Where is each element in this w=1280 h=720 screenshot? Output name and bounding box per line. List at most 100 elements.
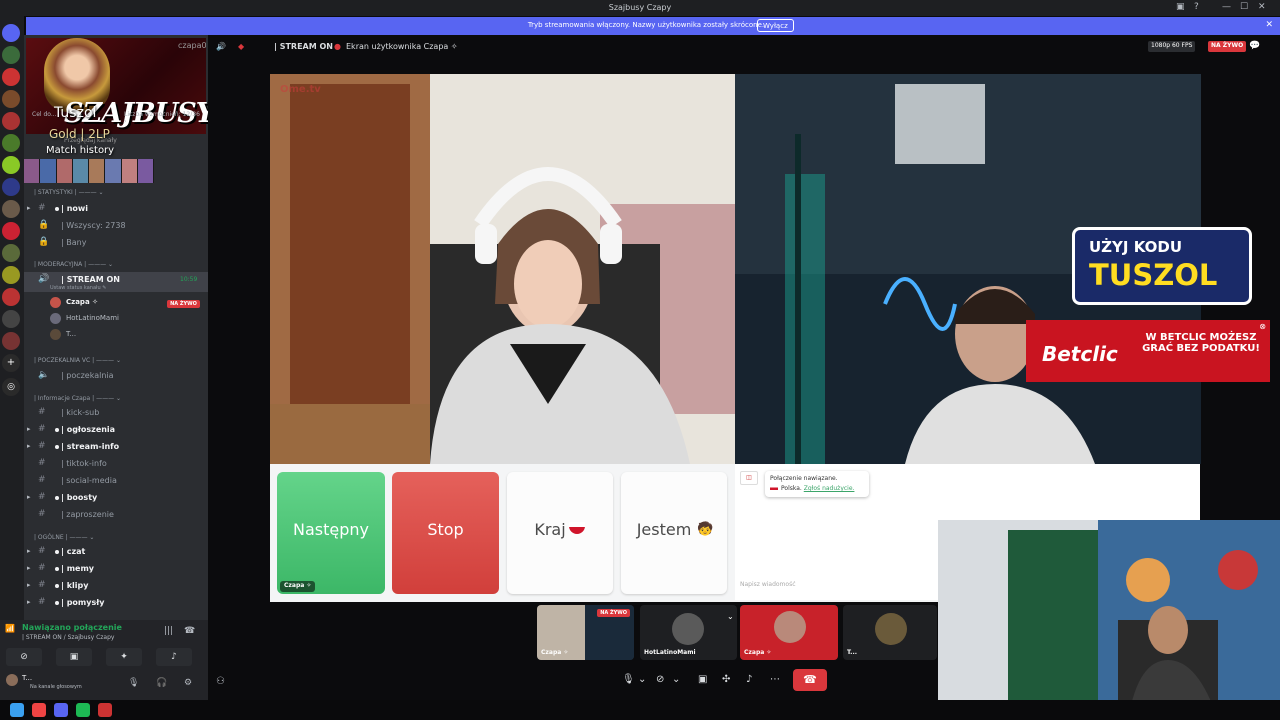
add-server-icon[interactable]: + <box>2 354 20 372</box>
maximize-icon[interactable]: ☐ <box>1240 2 1248 12</box>
category-waiting[interactable]: | POCZEKALNIA VC | ——— ⌄ <box>34 357 121 364</box>
soundboard-button[interactable]: ♪ <box>156 648 192 666</box>
screen-share-icon: ● <box>334 42 341 51</box>
spotify-icon[interactable] <box>76 703 90 717</box>
more-icon[interactable]: ⋯ <box>770 668 780 692</box>
unread-dot-icon <box>55 428 59 432</box>
screen-share-button[interactable]: ▣ <box>56 648 92 666</box>
banner-close-icon[interactable]: ✕ <box>1265 20 1273 30</box>
channel-klipy[interactable]: ▸ # | klipy <box>24 578 208 594</box>
channel-label: | social-media <box>61 476 117 485</box>
chrome-icon[interactable] <box>32 703 46 717</box>
signal-icon[interactable]: 📶 <box>5 624 15 633</box>
avatar[interactable] <box>6 674 18 686</box>
channel-wszyscy[interactable]: 🔒 | Wszyscy: 2738 <box>24 218 208 234</box>
participant-tile[interactable]: T... <box>843 605 937 660</box>
stop-button[interactable]: Stop <box>392 472 499 594</box>
chat-input-placeholder[interactable]: Napisz wiadomość <box>740 581 796 588</box>
ad-close-icon[interactable]: ⊗ <box>1259 322 1266 331</box>
channel-memy[interactable]: ▸ # | memy <box>24 561 208 577</box>
activities-icon[interactable]: ✣ <box>722 668 730 692</box>
inbox-icon[interactable]: ▣ <box>1176 2 1185 12</box>
chevron-down-icon[interactable]: ⌄ <box>638 668 646 692</box>
microphone-icon[interactable]: 🎙 <box>622 668 635 692</box>
windows-start-icon[interactable] <box>10 703 24 717</box>
set-channel-status-link[interactable]: Ustaw status kanału ✎ <box>50 285 106 291</box>
discover-icon[interactable]: ◎ <box>2 378 20 396</box>
server-icon[interactable] <box>2 288 20 306</box>
video-off-button[interactable]: ⊘ <box>6 648 42 666</box>
server-icon[interactable] <box>2 200 20 218</box>
disable-streamer-mode-button[interactable]: Wyłącz <box>757 19 794 32</box>
channel-kick-sub[interactable]: # | kick-sub <box>24 405 208 421</box>
noise-suppression-icon[interactable]: ||| <box>164 626 173 636</box>
title-bar: Szajbusy Czapy ▣ ? — ☐ ✕ <box>0 0 1280 16</box>
people-icon[interactable]: ⚇ <box>216 676 225 687</box>
promo-code-ad[interactable]: UŻYJ KODU TUSZOL <box>1072 227 1252 305</box>
chevron-right-icon: ▸ <box>27 547 31 555</box>
end-call-button[interactable]: ☎ <box>793 669 827 691</box>
server-icon[interactable] <box>2 156 20 174</box>
country-button-label: Kraj <box>534 520 566 539</box>
category-moderation[interactable]: | MODERACYJNA | ——— ⌄ <box>34 261 113 268</box>
gender-button[interactable]: Jestem 🧒 <box>621 472 727 594</box>
channel-czat[interactable]: ▸ # | czat <box>24 544 208 560</box>
voice-channel-poczekalnia[interactable]: 🔈 | poczekalnia <box>24 368 208 384</box>
server-icon[interactable] <box>2 266 20 284</box>
participant-tile[interactable]: Czapa ✧ NA ŻYWO <box>537 605 634 660</box>
server-icon[interactable] <box>2 134 20 152</box>
channel-ogloszenia[interactable]: ▸ # | ogłoszenia <box>24 422 208 438</box>
channel-boosty[interactable]: ▸ # | boosty <box>24 490 208 506</box>
app-icon[interactable] <box>98 703 112 717</box>
discord-icon[interactable] <box>54 703 68 717</box>
country-button[interactable]: Kraj <box>507 472 613 594</box>
channel-bany[interactable]: 🔒 | Bany <box>24 235 208 251</box>
activities-button[interactable]: ✦ <box>106 648 142 666</box>
next-button[interactable]: Następny <box>277 472 385 594</box>
server-icon[interactable] <box>2 46 20 64</box>
chevron-down-icon[interactable]: ⌄ <box>672 668 680 692</box>
unread-dot-icon <box>55 601 59 605</box>
server-icon[interactable] <box>2 222 20 240</box>
voice-channel-path[interactable]: | STREAM ON / Szajbusy Czapy <box>22 634 114 641</box>
betclic-logo: Betclic <box>1042 342 1118 366</box>
channel-tiktok-info[interactable]: # | tiktok-info <box>24 456 208 472</box>
category-general[interactable]: | OGÓLNE | ——— ⌄ <box>34 534 94 541</box>
help-icon[interactable]: ? <box>1194 2 1199 12</box>
server-icon[interactable] <box>2 310 20 328</box>
category-info[interactable]: | Informacje Czapa | ——— ⌄ <box>34 395 121 402</box>
channel-zaproszenie[interactable]: # | zaproszenie <box>24 507 208 523</box>
disconnect-icon[interactable]: ☎ <box>184 626 195 636</box>
chevron-down-icon[interactable]: ⌄ <box>727 612 734 621</box>
server-icon[interactable] <box>2 90 20 108</box>
server-icon[interactable] <box>2 332 20 350</box>
server-icon[interactable] <box>2 112 20 130</box>
channel-stream-info[interactable]: ▸ # | stream-info <box>24 439 208 455</box>
server-icon[interactable] <box>2 244 20 262</box>
minimize-icon[interactable]: — <box>1222 2 1231 12</box>
participant-tile[interactable]: HotLatinoMami <box>640 605 737 660</box>
server-icon[interactable] <box>2 24 20 42</box>
chat-icon[interactable]: 💬 <box>1249 41 1260 51</box>
betclic-ad[interactable]: Betclic W BETCLIC MOŻESZ GRAĆ BEZ PODATK… <box>1026 320 1270 382</box>
close-icon[interactable]: ✕ <box>1258 2 1266 12</box>
category-stats[interactable]: | STATYSTYKI | ——— ⌄ <box>34 189 104 196</box>
soundboard-icon[interactable]: ♪ <box>746 668 752 692</box>
microphone-icon[interactable]: 🎙 <box>128 678 139 688</box>
server-icon[interactable] <box>2 68 20 86</box>
participant-tile[interactable]: Czapa ✧ <box>740 605 838 660</box>
stop-button-label: Stop <box>427 520 464 539</box>
server-icon[interactable] <box>2 178 20 196</box>
headphones-icon[interactable]: 🎧 <box>156 678 167 688</box>
channel-pomysly[interactable]: ▸ # | pomysły <box>24 595 208 611</box>
screen-share-icon[interactable]: ▣ <box>698 668 707 692</box>
camera-off-icon[interactable]: ⊘ <box>656 668 664 692</box>
settings-icon[interactable]: ⚙ <box>184 678 192 688</box>
hash-icon: # <box>38 492 46 502</box>
stage-channel-name[interactable]: | STREAM ON <box>274 42 333 51</box>
stage-header: 🔊 ◆ | STREAM ON ● Ekran użytkownika Czap… <box>208 35 1280 57</box>
channel-social-media[interactable]: # | social-media <box>24 473 208 489</box>
chevron-right-icon: ▸ <box>27 425 31 433</box>
channel-nowi[interactable]: ▸ # | nowi <box>24 201 208 217</box>
report-abuse-link[interactable]: Zgłoś nadużycie. <box>804 485 855 492</box>
